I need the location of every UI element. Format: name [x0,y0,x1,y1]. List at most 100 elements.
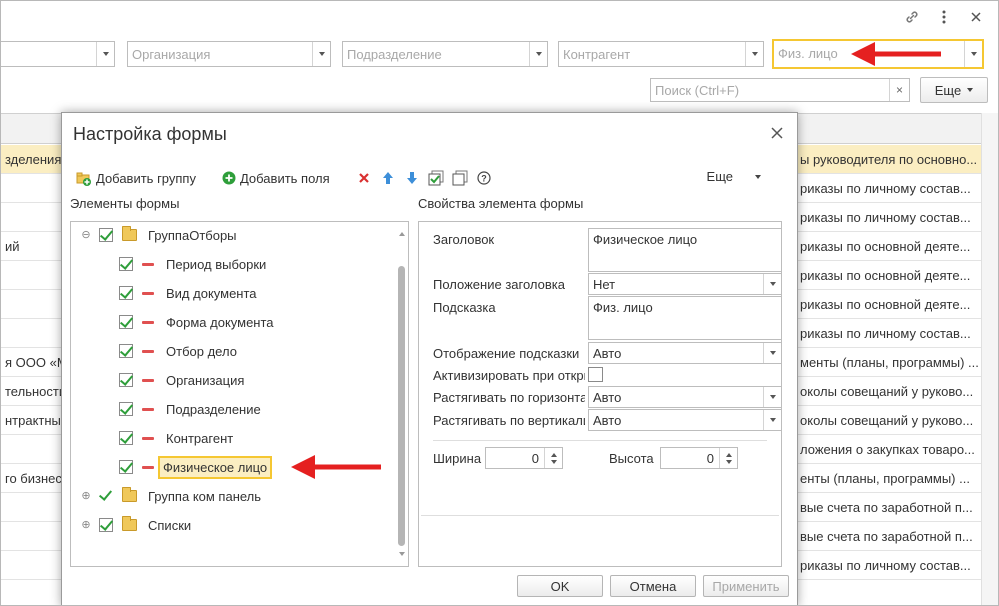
stretch-vertical-select[interactable]: Авто [588,409,782,431]
expand-icon[interactable]: ⊕ [81,520,91,531]
checkbox-icon[interactable] [119,402,133,416]
checkbox-icon[interactable] [119,431,133,445]
filter-period[interactable] [1,41,115,67]
checkbox-icon[interactable] [119,460,133,474]
chevron-down-icon[interactable] [763,343,781,363]
stretch-horizontal-select[interactable]: Авто [588,386,782,408]
elements-tree: ⊖ ГруппаОтборы Период выборки Вид докуме… [70,221,409,567]
tree-item-doc-form[interactable]: Форма документа [119,311,274,333]
tree-item-label: Физическое лицо [158,455,273,479]
filter-counterparty[interactable]: Контрагент [558,41,764,67]
filter-organization[interactable]: Организация [127,41,331,67]
tree-item-doc-type[interactable]: Вид документа [119,282,257,304]
dialog-title: Настройка формы [73,124,227,144]
scroll-thumb[interactable] [398,266,405,546]
uncheck-all-icon[interactable] [452,170,468,186]
width-spinner[interactable]: 0 [485,447,563,469]
chevron-down-icon[interactable] [529,42,547,66]
table-cell-right: менты (планы, программы) ... [800,355,978,370]
tree-item-case-filter[interactable]: Отбор дело [119,340,237,362]
field-icon [142,436,154,440]
table-cell-right: риказы по основной деяте... [800,239,971,254]
scroll-up-icon[interactable] [399,232,405,236]
ok-button[interactable]: OK [517,575,603,597]
checkbox-icon[interactable] [119,373,133,387]
app-window: Организация Подразделение Контрагент Физ… [0,0,999,606]
cancel-button[interactable]: Отмена [610,575,696,597]
delete-icon[interactable] [356,170,372,186]
width-value[interactable]: 0 [486,448,544,468]
checkbox-icon[interactable] [119,344,133,358]
spinner-arrows-icon[interactable] [544,448,562,468]
spinner-arrows-icon[interactable] [719,448,737,468]
collapse-icon[interactable]: ⊖ [81,230,91,241]
checkbox-icon[interactable] [99,518,113,532]
field-icon [142,320,154,324]
more-vertical-icon[interactable] [936,9,952,25]
link-icon[interactable] [904,9,920,25]
filter-department[interactable]: Подразделение [342,41,548,67]
activate-checkbox[interactable] [588,367,603,382]
scrollbar[interactable] [981,113,998,605]
close-icon[interactable] [771,123,783,144]
table-cell-right: околы совещаний у руково... [800,413,974,428]
move-down-icon[interactable] [404,170,420,186]
tree-item-label: Вид документа [166,285,257,301]
table-cell-left: зделения [5,152,62,167]
title-label: Заголовок [433,232,495,247]
height-value[interactable]: 0 [661,448,719,468]
hint-label: Подсказка [433,300,496,315]
search-input[interactable]: Поиск (Ctrl+F) [651,79,889,101]
window-controls [904,9,984,25]
search-field[interactable]: Поиск (Ctrl+F) × [650,78,910,102]
chevron-down-icon[interactable] [96,42,114,66]
tree-scrollbar[interactable] [398,228,406,560]
help-icon[interactable]: ? [476,170,492,186]
table-cell-right: вые счета по заработной п... [800,529,973,544]
tree-item-period[interactable]: Период выборки [119,253,266,275]
table-cell-right: риказы по личному состав... [800,181,971,196]
expand-icon[interactable]: ⊕ [81,491,91,502]
chevron-down-icon[interactable] [745,42,763,66]
chevron-down-icon[interactable] [763,387,781,407]
tree-item-lists[interactable]: ⊕ Списки [81,514,191,536]
add-group-button[interactable]: Добавить группу [76,170,196,186]
tree-item-organization[interactable]: Организация [119,369,244,391]
tree-item-counterparty[interactable]: Контрагент [119,427,233,449]
tree-item-label: Период выборки [166,256,267,272]
close-icon[interactable] [968,9,984,25]
check-all-icon[interactable] [428,170,444,186]
scroll-down-icon[interactable] [399,552,405,556]
tree-item-individual[interactable]: Физическое лицо [119,454,273,480]
add-group-icon [76,172,91,186]
chevron-down-icon[interactable] [312,42,330,66]
table-cell-left: я ООО «М [5,355,68,370]
chevron-down-icon[interactable] [763,274,781,294]
checkbox-icon[interactable] [99,489,113,503]
tree-item-label: Отбор дело [166,343,237,359]
stretch-vertical-value: Авто [593,413,622,428]
title-position-select[interactable]: Нет [588,273,782,295]
more-button[interactable]: Еще [920,77,988,103]
tree-item-group-filters[interactable]: ⊖ ГруппаОтборы [81,224,237,246]
add-fields-button[interactable]: Добавить поля [222,171,330,186]
checkbox-icon[interactable] [99,228,113,242]
hint-field[interactable]: Физ. лицо [588,296,782,340]
chevron-down-icon[interactable] [964,41,982,67]
chevron-down-icon[interactable] [763,410,781,430]
dialog-more-button[interactable]: Еще [707,169,761,184]
height-spinner[interactable]: 0 [660,447,738,469]
table-cell-left: нтрактных [5,413,68,428]
checkbox-icon[interactable] [119,257,133,271]
title-field[interactable]: Физическое лицо [588,228,782,272]
folder-icon [122,226,137,241]
tree-item-department[interactable]: Подразделение [119,398,261,420]
title-position-label: Положение заголовка [433,277,565,292]
tree-item-group-panel[interactable]: ⊕ Группа ком панель [81,485,261,507]
hint-display-select[interactable]: Авто [588,342,782,364]
checkbox-icon[interactable] [119,286,133,300]
apply-button[interactable]: Применить [703,575,789,597]
checkbox-icon[interactable] [119,315,133,329]
move-up-icon[interactable] [380,170,396,186]
clear-icon[interactable]: × [889,79,909,101]
